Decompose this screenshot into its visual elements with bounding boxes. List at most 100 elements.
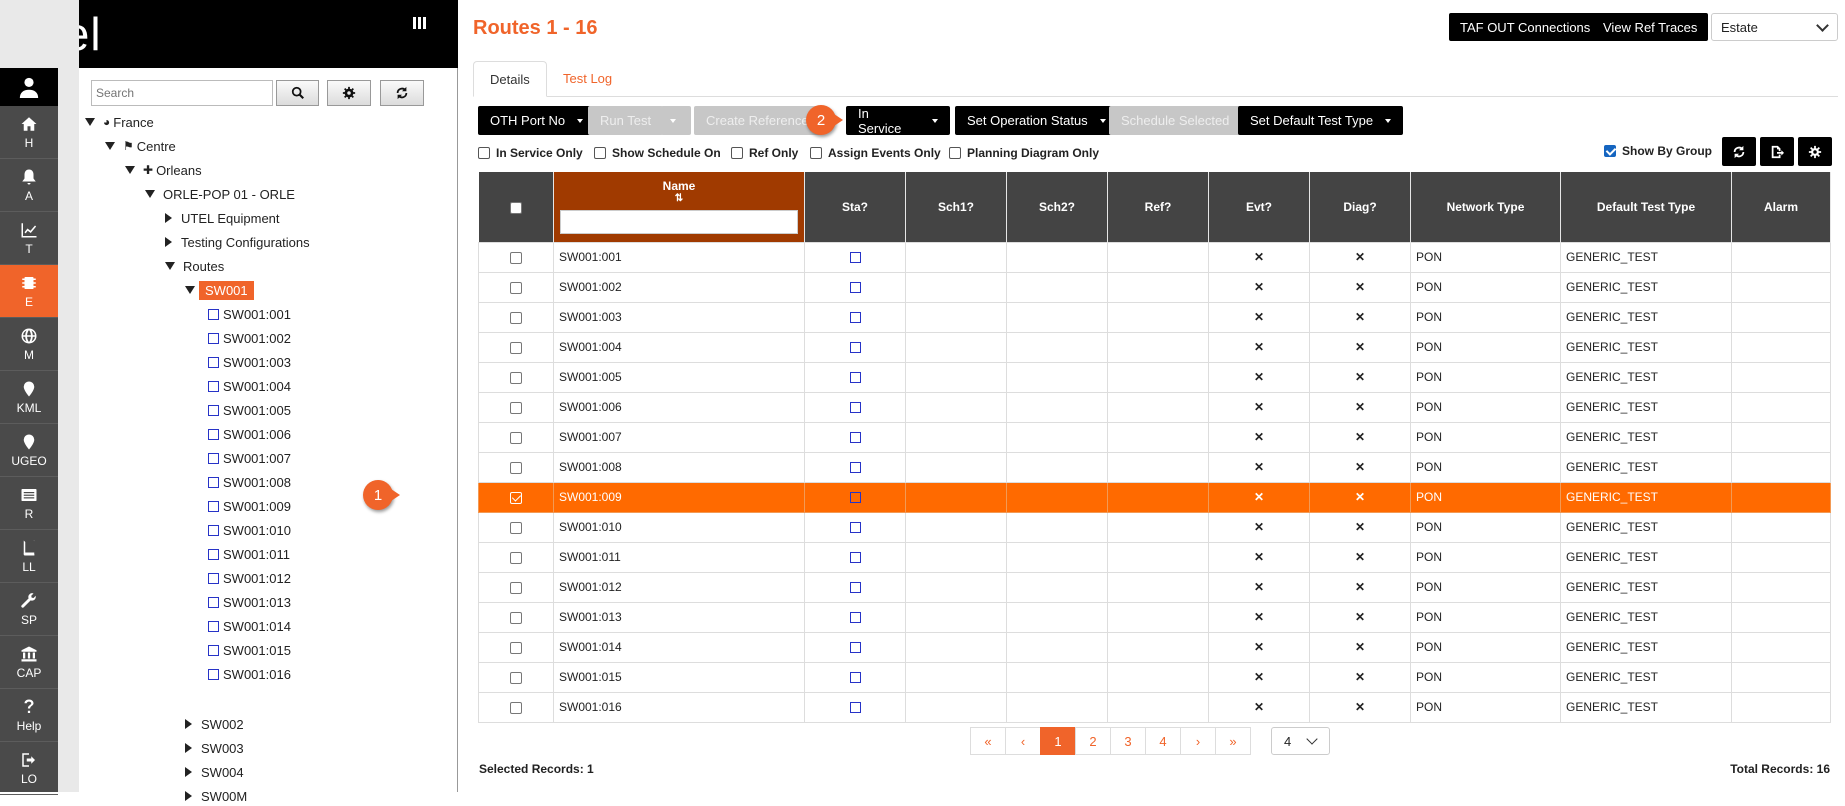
- caret-right-icon[interactable]: [185, 743, 192, 753]
- nav-logs[interactable]: LL: [0, 530, 58, 583]
- filter-planning-diagram-only[interactable]: Planning Diagram Only: [949, 146, 1099, 160]
- tree-leaf-route[interactable]: SW001:014: [208, 616, 291, 636]
- column-header-sch1[interactable]: Sch1?: [905, 172, 1007, 242]
- row-checkbox[interactable]: [510, 701, 522, 714]
- create-reference-button[interactable]: Create Reference: [694, 106, 821, 135]
- column-header-ref[interactable]: Ref?: [1107, 172, 1209, 242]
- caret-down-icon[interactable]: [125, 166, 135, 174]
- row-checkbox[interactable]: [510, 311, 522, 324]
- row-checkbox[interactable]: [510, 401, 522, 414]
- table-row[interactable]: SW001:003 ✕ ✕ PON GENERIC_TEST: [478, 301, 1831, 333]
- row-checkbox[interactable]: [510, 641, 522, 654]
- caret-right-icon[interactable]: [165, 237, 172, 247]
- view-ref-traces-button[interactable]: View Ref Traces: [1592, 13, 1709, 41]
- status-square-icon[interactable]: [849, 492, 861, 504]
- tree-node-orleans[interactable]: ✚ Orleans: [125, 160, 202, 180]
- grid-refresh-button[interactable]: [1722, 137, 1756, 166]
- tree-leaf-route[interactable]: SW001:010: [208, 520, 291, 540]
- caret-down-icon[interactable]: [145, 190, 155, 198]
- nav-map[interactable]: M: [0, 318, 58, 371]
- table-row[interactable]: SW001:007 ✕ ✕ PON GENERIC_TEST: [478, 421, 1831, 453]
- last-page-button[interactable]: »: [1215, 727, 1251, 755]
- nav-trends[interactable]: T: [0, 212, 58, 265]
- tree-leaf-route[interactable]: SW001:012: [208, 568, 291, 588]
- nav-alarms[interactable]: A: [0, 159, 58, 212]
- status-square-icon[interactable]: [849, 252, 861, 264]
- row-checkbox[interactable]: [510, 281, 522, 294]
- table-row[interactable]: SW001:011 ✕ ✕ PON GENERIC_TEST: [478, 541, 1831, 573]
- in-service-dropdown[interactable]: In Service: [846, 106, 950, 136]
- sidebar-toggle-icon[interactable]: [411, 14, 429, 32]
- status-square-icon[interactable]: [849, 522, 861, 534]
- row-checkbox[interactable]: [510, 461, 522, 474]
- status-square-icon[interactable]: [849, 282, 861, 294]
- page-size-select[interactable]: 4: [1271, 727, 1330, 755]
- tree-leaf-route[interactable]: SW001:007: [208, 448, 291, 468]
- table-row[interactable]: SW001:010 ✕ ✕ PON GENERIC_TEST: [478, 511, 1831, 543]
- nav-reports[interactable]: R: [0, 477, 58, 530]
- tree-leaf-route[interactable]: SW001:001: [208, 304, 291, 324]
- status-square-icon[interactable]: [849, 462, 861, 474]
- column-header-network-type[interactable]: Network Type: [1410, 172, 1561, 242]
- caret-down-icon[interactable]: [165, 262, 175, 270]
- estate-select[interactable]: Estate: [1711, 13, 1838, 41]
- nav-help[interactable]: Help: [0, 689, 58, 742]
- tree-search-input[interactable]: [91, 80, 273, 106]
- tree-search-button[interactable]: [276, 80, 319, 106]
- tree-settings-button[interactable]: [327, 80, 371, 106]
- table-row[interactable]: SW001:015 ✕ ✕ PON GENERIC_TEST: [478, 661, 1831, 693]
- set-default-test-type-dropdown[interactable]: Set Default Test Type: [1238, 106, 1404, 135]
- status-square-icon[interactable]: [849, 612, 861, 624]
- status-square-icon[interactable]: [849, 552, 861, 564]
- tree-node-switch[interactable]: SW002: [185, 714, 244, 734]
- nav-home[interactable]: H: [0, 106, 58, 159]
- tree-node-france[interactable]: ◕ France: [85, 112, 154, 132]
- table-row[interactable]: SW001:012 ✕ ✕ PON GENERIC_TEST: [478, 571, 1831, 603]
- table-row[interactable]: SW001:009 ✕ ✕ PON GENERIC_TEST: [478, 481, 1831, 513]
- tree-leaf-route[interactable]: SW001:016: [208, 664, 291, 684]
- sort-icon[interactable]: ⇅: [554, 193, 804, 204]
- row-checkbox[interactable]: [510, 581, 522, 594]
- taf-out-connections-button[interactable]: TAF OUT Connections: [1449, 13, 1602, 41]
- prev-page-button[interactable]: ‹: [1005, 727, 1041, 755]
- filter-ref-only[interactable]: Ref Only: [731, 146, 798, 160]
- oth-port-dropdown[interactable]: OTH Port No: [478, 106, 596, 135]
- status-square-icon[interactable]: [849, 432, 861, 444]
- user-icon[interactable]: [0, 68, 58, 106]
- table-row[interactable]: SW001:006 ✕ ✕ PON GENERIC_TEST: [478, 391, 1831, 423]
- tree-node-centre[interactable]: ⚑ Centre: [105, 136, 176, 156]
- row-checkbox[interactable]: [510, 671, 522, 684]
- row-checkbox[interactable]: [510, 611, 522, 624]
- page-button[interactable]: 1: [1040, 727, 1076, 755]
- status-square-icon[interactable]: [849, 672, 861, 684]
- tree-node-switch[interactable]: SW004: [185, 762, 244, 782]
- tree-leaf-route[interactable]: SW001:006: [208, 424, 291, 444]
- tab-details[interactable]: Details: [473, 61, 547, 97]
- filter-in-service-only[interactable]: In Service Only: [478, 146, 583, 160]
- status-square-icon[interactable]: [849, 312, 861, 324]
- table-row[interactable]: SW001:001 ✕ ✕ PON GENERIC_TEST: [478, 241, 1831, 273]
- next-page-button[interactable]: ›: [1180, 727, 1216, 755]
- table-row[interactable]: SW001:004 ✕ ✕ PON GENERIC_TEST: [478, 331, 1831, 363]
- filter-assign-events-only[interactable]: Assign Events Only: [810, 146, 941, 160]
- table-row[interactable]: SW001:008 ✕ ✕ PON GENERIC_TEST: [478, 451, 1831, 483]
- table-row[interactable]: SW001:002 ✕ ✕ PON GENERIC_TEST: [478, 271, 1831, 303]
- tree-leaf-route[interactable]: SW001:002: [208, 328, 291, 348]
- status-square-icon[interactable]: [849, 582, 861, 594]
- page-button[interactable]: 2: [1075, 727, 1111, 755]
- status-square-icon[interactable]: [849, 702, 861, 714]
- tree-leaf-route[interactable]: SW001:004: [208, 376, 291, 396]
- name-filter-input[interactable]: [560, 210, 798, 234]
- nav-ugeo[interactable]: UGEO: [0, 424, 58, 477]
- tree-leaf-route[interactable]: SW001:003: [208, 352, 291, 372]
- status-square-icon[interactable]: [849, 642, 861, 654]
- column-header-alarm[interactable]: Alarm: [1731, 172, 1831, 242]
- schedule-selected-button[interactable]: Schedule Selected: [1109, 106, 1242, 135]
- filter-show-schedule-on[interactable]: Show Schedule On: [594, 146, 721, 160]
- row-checkbox[interactable]: [510, 551, 522, 564]
- nav-equipment[interactable]: E: [0, 265, 58, 318]
- status-square-icon[interactable]: [849, 402, 861, 414]
- row-checkbox[interactable]: [510, 431, 522, 444]
- column-header-diag[interactable]: Diag?: [1309, 172, 1411, 242]
- filter-show-by-group[interactable]: Show By Group: [1604, 144, 1712, 158]
